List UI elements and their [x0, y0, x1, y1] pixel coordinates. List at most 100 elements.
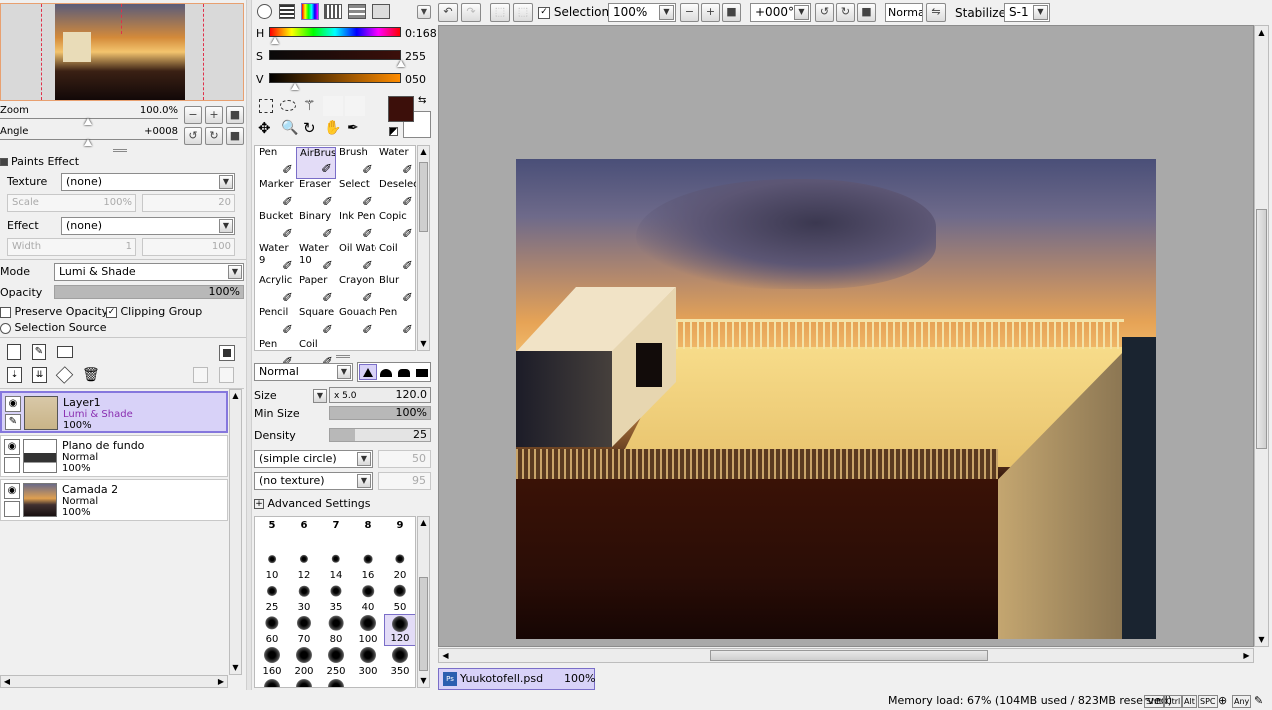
redo-button[interactable]: ↷ — [461, 3, 481, 22]
flip-horizontal-button[interactable]: ⇋ — [926, 3, 946, 22]
shape-soft-icon[interactable] — [380, 369, 392, 377]
brush-blend-select[interactable]: Normal ▼ — [254, 363, 353, 381]
toolbar-zoom-reset-button[interactable]: ■ — [722, 3, 741, 22]
lasso-icon[interactable] — [280, 100, 296, 111]
scroll-thumb[interactable] — [419, 577, 428, 671]
saturation-thumb[interactable] — [397, 60, 405, 67]
brush-size-cell[interactable]: 5 — [256, 518, 288, 550]
min-size-slider[interactable]: 100% — [329, 406, 431, 420]
rotate-reset-button[interactable]: ■ — [226, 127, 244, 145]
eye-icon[interactable]: ◉ — [4, 483, 20, 499]
brush-slot[interactable]: Coil ✐ — [376, 243, 416, 275]
zoom-reset-button[interactable]: ■ — [226, 106, 244, 124]
layer-mode-select[interactable]: Lumi & Shade ▼ — [54, 263, 244, 281]
brush-size-cell[interactable]: 20 — [384, 550, 415, 582]
scroll-thumb[interactable] — [710, 650, 988, 661]
lock-icon[interactable] — [4, 501, 20, 517]
brush-grid-scrollbar[interactable]: ▲ ▼ — [417, 145, 430, 351]
undo-button[interactable]: ↶ — [438, 3, 458, 22]
brush-size-cell[interactable]: 200 — [288, 646, 320, 678]
new-layer-icon[interactable] — [7, 344, 21, 360]
scroll-left-icon[interactable]: ◀ — [1, 676, 13, 687]
eye-icon[interactable]: ◉ — [4, 439, 20, 455]
zoom-icon[interactable]: 🔍 — [281, 120, 298, 136]
rect-select-icon[interactable] — [259, 99, 273, 113]
brush-slot[interactable]: Binary ✐ — [296, 211, 336, 243]
canvas-image[interactable] — [516, 159, 1156, 639]
toolbar-zoom-out-button[interactable]: − — [680, 3, 699, 22]
brush-shape-selector[interactable] — [357, 362, 431, 382]
new-folder-icon[interactable] — [57, 346, 73, 358]
brush-size-cell[interactable]: 30 — [288, 582, 320, 614]
color-slider-mode-icon[interactable] — [279, 4, 295, 19]
brush-slot[interactable]: Ink Pen ✐ — [336, 211, 376, 243]
canvas-hscrollbar[interactable]: ◀ ▶ — [438, 648, 1254, 663]
scroll-down-icon[interactable]: ▼ — [230, 662, 241, 674]
effect-select[interactable]: (none) ▼ — [61, 217, 235, 235]
angle-select[interactable]: +000° ▼ — [750, 3, 811, 22]
brush-slot[interactable]: Marker ✐ — [256, 179, 296, 211]
opacity-slider[interactable]: 100% — [54, 285, 244, 299]
rotate-right-button[interactable]: ↻ — [205, 127, 223, 145]
shape-hard-icon[interactable] — [359, 364, 377, 380]
brush-size-cell[interactable]: 120 — [384, 614, 415, 646]
layer-row[interactable]: ◉ Camada 2 Normal 100% — [0, 479, 228, 521]
invert-selection-button[interactable]: ⬚ — [513, 3, 533, 22]
scroll-down-icon[interactable]: ▼ — [418, 338, 429, 350]
angle-slider-thumb[interactable] — [84, 139, 92, 146]
reset-colors-icon[interactable] — [389, 127, 398, 136]
brush-size-cell[interactable]: 16 — [352, 550, 384, 582]
density-slider[interactable]: 25 — [329, 428, 431, 442]
brush-slot[interactable]: Brush ✐ — [336, 147, 376, 179]
magic-wand-icon[interactable]: ⚚ — [303, 98, 316, 114]
eyedropper-icon[interactable]: ✒ — [347, 120, 359, 136]
brush-size-cell[interactable]: 9 — [384, 518, 415, 550]
toolbar-zoom-in-button[interactable]: + — [701, 3, 720, 22]
scroll-up-icon[interactable]: ▲ — [230, 390, 241, 402]
brush-size-cell[interactable]: 500 — [320, 678, 352, 687]
palette-mode-icon[interactable] — [348, 4, 366, 19]
size-multiplier-dropdown[interactable]: ▼ — [313, 389, 327, 403]
swatch-mode-icon[interactable] — [324, 4, 342, 19]
zoom-select[interactable]: 100% ▼ — [608, 3, 676, 22]
brush-size-cell[interactable]: 35 — [320, 582, 352, 614]
panel-splitter[interactable] — [113, 149, 127, 152]
saturation-slider[interactable] — [269, 50, 401, 60]
brush-slot[interactable]: Bucket ✐ — [256, 211, 296, 243]
eye-icon[interactable]: ◉ — [5, 396, 21, 412]
brush-size-cell[interactable]: 7 — [320, 518, 352, 550]
brush-shape-select[interactable]: (simple circle) ▼ — [254, 450, 373, 468]
brush-slot[interactable]: Acrylic ✐ — [256, 275, 296, 307]
trash-icon[interactable]: 🗑 — [82, 367, 100, 383]
brush-size-cell[interactable]: 60 — [256, 614, 288, 646]
scroll-thumb[interactable] — [1256, 209, 1267, 449]
brush-slot[interactable]: Blur ✐ — [376, 275, 416, 307]
brush-size-cell[interactable]: 160 — [256, 646, 288, 678]
hue-thumb[interactable] — [270, 37, 279, 44]
value-thumb[interactable] — [291, 83, 300, 90]
selection-source-checkbox[interactable]: Selection Source — [0, 321, 106, 335]
brush-slot[interactable]: Water ✐ — [376, 147, 416, 179]
canvas-viewport[interactable] — [438, 25, 1254, 647]
panel-splitter[interactable] — [336, 355, 350, 358]
brush-slot[interactable]: Pencil ✐ — [256, 307, 296, 339]
shape-round-icon[interactable] — [398, 369, 410, 377]
scroll-up-icon[interactable]: ▲ — [1255, 26, 1268, 39]
layers-hscrollbar[interactable]: ◀ ▶ — [0, 675, 228, 688]
swap-colors-icon[interactable]: ⇆ — [418, 95, 426, 107]
stabilizer-select[interactable]: S-1 ▼ — [1004, 3, 1050, 22]
layer-panel-toggle-icon[interactable] — [219, 345, 235, 361]
brush-slot[interactable]: Select ✐ — [336, 179, 376, 211]
layers-scrollbar[interactable]: ▲ ▼ — [229, 389, 242, 675]
zoom-out-button[interactable]: − — [184, 106, 202, 124]
brush-slot[interactable]: Deselect ✐ — [376, 179, 416, 211]
texture-select[interactable]: (none) ▼ — [61, 173, 235, 191]
brush-slot[interactable]: Water 9 ✐ — [256, 243, 296, 275]
canvas-vscrollbar[interactable]: ▲ ▼ — [1254, 25, 1269, 647]
brush-slot[interactable]: AirBrush ✐ — [296, 147, 336, 179]
brush-slot[interactable]: Pen ✐ — [376, 307, 416, 339]
value-slider[interactable] — [269, 73, 401, 83]
foreground-color-swatch[interactable] — [388, 96, 414, 122]
brush-size-cell[interactable]: 250 — [320, 646, 352, 678]
brush-size-scrollbar[interactable]: ▲ ▼ — [417, 516, 430, 688]
